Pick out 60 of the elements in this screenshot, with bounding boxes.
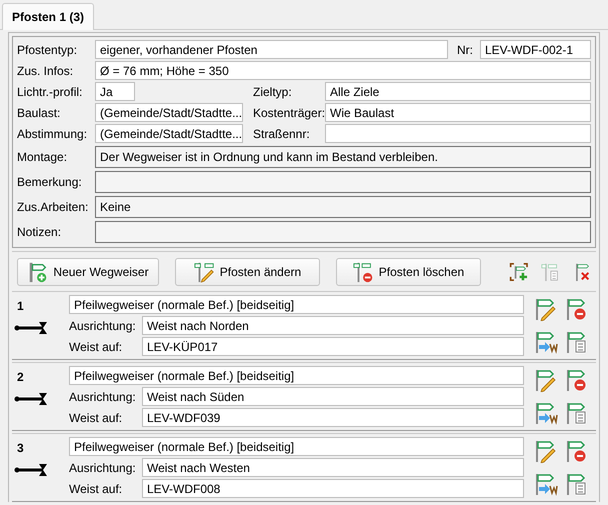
field-label: Abstimmung: <box>17 126 88 140</box>
sign-number: 3 <box>16 440 25 457</box>
text-area[interactable]: Der Wegweiser ist in Ordnung und kann im Bestand verbleiben. <box>95 146 591 168</box>
sign-arrow-icon <box>14 463 48 477</box>
field-label: Zieltyp: <box>252 84 293 98</box>
sign-number: 1 <box>16 298 25 315</box>
sign-arrow-icon <box>14 392 48 406</box>
field-label: Lichtr.-profil: <box>17 84 84 98</box>
field-label: Zus.Arbeiten: <box>17 200 90 214</box>
field-label: Straßennr: <box>252 126 311 140</box>
field-label: Nr: <box>457 42 473 56</box>
field-label: Notizen: <box>17 225 62 239</box>
text-area[interactable] <box>95 221 591 243</box>
input-field[interactable]: (Gemeinde/Stadt/Stadtte... <box>95 124 243 143</box>
input-field[interactable]: Weist nach Westen <box>142 458 524 477</box>
field-label: Baulast: <box>17 106 62 120</box>
input-field[interactable]: LEV-WDF008 <box>142 479 524 498</box>
field-label: Weist auf: <box>69 410 124 424</box>
text-area[interactable] <box>95 171 591 193</box>
tab[interactable]: Pfosten 1 (3) <box>2 3 94 30</box>
edit-sign-icon[interactable] <box>534 439 558 463</box>
field-label: Weist auf: <box>69 482 124 496</box>
signpost-pencil-icon <box>194 261 216 283</box>
move-sign-icon[interactable] <box>534 400 558 424</box>
edit-sign-icon[interactable] <box>534 297 558 321</box>
new-sign-button[interactable]: Neuer Wegweiser <box>17 258 159 286</box>
edit-sign-icon[interactable] <box>534 368 558 392</box>
field-label: Ausrichtung: <box>69 318 137 332</box>
add-post-icon[interactable] <box>509 260 529 284</box>
input-field[interactable]: Alle Ziele <box>325 82 591 101</box>
field-label: Montage: <box>17 150 68 164</box>
input-field[interactable] <box>325 124 591 143</box>
field-label: Pfostentyp: <box>17 42 78 56</box>
field-label: Ausrichtung: <box>69 390 137 404</box>
input-field[interactable]: eigener, vorhandener Pfosten <box>95 40 448 59</box>
text-area[interactable]: Keine <box>95 196 591 218</box>
input-field[interactable]: LEV-KÜP017 <box>142 337 524 356</box>
input-field[interactable]: Wie Baulast <box>325 103 591 122</box>
input-field[interactable]: Ø = 76 mm; Höhe = 350 <box>95 61 591 80</box>
field-label: Zus. Infos: <box>17 64 74 78</box>
delete-post-button[interactable]: Pfosten löschen <box>336 258 481 286</box>
field-label: Weist auf: <box>69 340 124 354</box>
input-field[interactable]: (Gemeinde/Stadt/Stadtte... <box>95 103 243 122</box>
input-field[interactable]: Pfeilwegweiser (normale Bef.) [beidseitig] <box>69 437 524 456</box>
input-field[interactable]: Weist nach Süden <box>142 387 524 406</box>
move-sign-icon[interactable] <box>534 472 558 496</box>
signpost-minus-icon <box>352 261 375 283</box>
input-field[interactable]: Weist nach Norden <box>142 316 524 335</box>
sign-number: 2 <box>16 369 25 386</box>
sign-arrow-icon <box>14 321 48 335</box>
move-sign-icon[interactable] <box>534 330 558 354</box>
field-label: Ausrichtung: <box>69 460 137 474</box>
input-field[interactable]: Ja <box>95 82 135 101</box>
edit-post-button[interactable]: Pfosten ändern <box>175 258 320 286</box>
input-field[interactable]: Pfeilwegweiser (normale Bef.) [beidseitig] <box>69 366 524 385</box>
input-field[interactable]: Pfeilwegweiser (normale Bef.) [beidseitig] <box>69 295 524 314</box>
field-label: Bemerkung: <box>17 175 83 189</box>
input-field[interactable]: LEV-WDF-002-1 <box>480 40 591 59</box>
field-label: Kostenträger: <box>252 106 326 120</box>
input-field[interactable]: LEV-WDF039 <box>142 408 524 427</box>
